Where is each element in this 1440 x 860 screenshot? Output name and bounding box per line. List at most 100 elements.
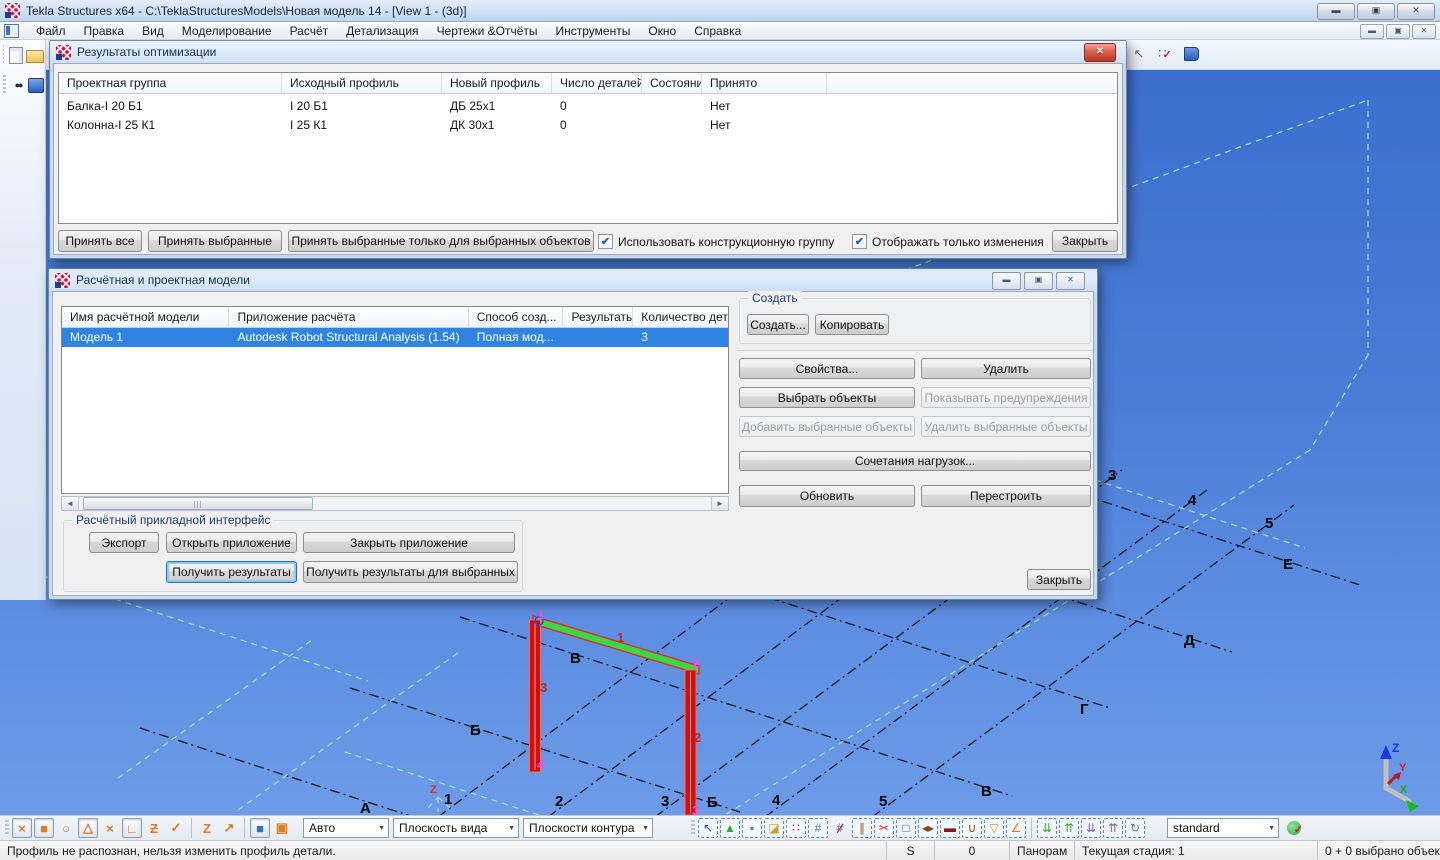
table-row[interactable]: Балка-I 20 Б1 I 20 Б1 ДБ 25x1 0 Нет (59, 97, 1117, 116)
optimization-dialog-titlebar[interactable]: Результаты оптимизации ✕ (50, 41, 1126, 63)
work-plane-dropdown[interactable]: Плоскость вида▼ (393, 818, 519, 838)
column-header[interactable]: Число деталей (552, 73, 642, 93)
snap-reference-icon[interactable]: × (12, 818, 32, 838)
menu-drawings-reports[interactable]: Чертежи &Отчёты (428, 22, 547, 40)
get-results-button[interactable]: Получить результаты (166, 561, 297, 583)
snap-free-icon[interactable]: ✓ (166, 818, 186, 838)
column-header[interactable]: Приложение расчёта (229, 307, 468, 327)
restore-button[interactable]: ▣ (1357, 3, 1395, 20)
select-views-icon[interactable]: □ (896, 818, 916, 838)
column-header[interactable]: Проектная группа (59, 73, 282, 93)
select-fittings-icon[interactable]: ◂▸ (918, 818, 938, 838)
menu-detailing[interactable]: Детализация (337, 22, 427, 40)
pointer-icon[interactable]: ↖ (1128, 43, 1150, 65)
select-phases-icon[interactable]: ↻ (1125, 818, 1145, 838)
select-parts-icon[interactable]: ▲ (720, 818, 740, 838)
dialog-restore-button[interactable]: ▣ (1024, 272, 1053, 290)
menu-analysis[interactable]: Расчёт (281, 22, 338, 40)
close-dialog-button[interactable]: Закрыть (1027, 569, 1091, 590)
mdi-minimize-button[interactable]: ▬ (1360, 24, 1384, 39)
snap-intersection-icon[interactable]: × (100, 818, 120, 838)
snap-perpendicular-icon[interactable]: ∟ (122, 818, 142, 838)
binoculars-icon[interactable]: ●● (11, 76, 25, 94)
export-button[interactable]: Экспорт (89, 532, 159, 553)
analysis-models-dialog-titlebar[interactable]: Расчётная и проектная модели ▬ ▣ ✕ (49, 269, 1097, 291)
scrollbar-thumb[interactable] (83, 497, 313, 510)
toolbar-grip[interactable] (5, 820, 9, 836)
select-surfaces-icon[interactable]: ◪ (764, 818, 784, 838)
load-combinations-button[interactable]: Сочетания нагрузок... (739, 451, 1091, 471)
beam[interactable] (533, 616, 699, 674)
copy-button[interactable]: Копировать (815, 314, 889, 335)
structure-frame[interactable] (530, 616, 700, 815)
select-rebars-icon[interactable]: ∪ (962, 818, 982, 838)
show-changes-only-checkbox[interactable]: ✔ Отображать только изменения (852, 234, 1044, 249)
get-results-selected-button[interactable]: Получить результаты для выбранных (303, 561, 518, 583)
properties-button[interactable]: Свойства... (739, 358, 915, 379)
components-catalog-icon[interactable]: ✓ (1284, 818, 1304, 838)
select-all-icon[interactable]: ↖ (698, 818, 718, 838)
scroll-right-icon[interactable]: ► (711, 497, 728, 510)
column-header[interactable]: Принято (702, 73, 827, 93)
checkbox-checked-icon[interactable]: ✔ (852, 234, 867, 249)
minimize-button[interactable]: ▬ (1317, 3, 1355, 20)
snap-extension-icon[interactable]: Z (144, 818, 164, 838)
snap-depth-icon[interactable]: ■ (250, 818, 270, 838)
close-button[interactable]: ✕ (1397, 3, 1435, 20)
delete-button[interactable]: Удалить (921, 358, 1091, 379)
scroll-left-icon[interactable]: ◄ (62, 497, 79, 510)
accept-selected-button[interactable]: Принять выбранные (148, 230, 282, 252)
select-planes-icon[interactable]: ▽ (984, 818, 1004, 838)
new-model-icon[interactable] (9, 46, 23, 64)
checkbox-checked-icon[interactable]: ✔ (598, 234, 613, 249)
snap-mode-dropdown[interactable]: Авто▼ (303, 818, 389, 838)
select-welds-icon[interactable]: ∥ (852, 818, 872, 838)
toolbar-grip[interactable] (691, 820, 695, 836)
menu-help[interactable]: Справка (685, 22, 750, 40)
dialog-close-icon[interactable]: ✕ (1084, 43, 1116, 62)
column-header[interactable]: Исходный профиль (282, 73, 442, 93)
contour-planes-dropdown[interactable]: Плоскости контура▼ (523, 818, 653, 838)
menu-file[interactable]: Файл (27, 22, 75, 40)
menu-edit[interactable]: Правка (75, 22, 134, 40)
select-distances-icon[interactable]: ∠ (1006, 818, 1026, 838)
book-icon[interactable] (1180, 43, 1202, 65)
selection-filter-dropdown[interactable]: standard▼ (1167, 818, 1279, 838)
snap-geometry-icon[interactable]: ■ (34, 818, 54, 838)
select-objects-in-assemblies-icon[interactable]: ⇈ (1059, 818, 1079, 838)
update-button[interactable]: Обновить (739, 485, 915, 507)
toolbar-grip[interactable] (3, 45, 4, 65)
show-warnings-button[interactable]: Показывать предупреждения (921, 387, 1091, 408)
column-header[interactable]: Результаты (563, 307, 633, 327)
dialog-minimize-button[interactable]: ▬ (992, 272, 1021, 290)
column-header[interactable]: Количество дета (633, 307, 728, 327)
close-dialog-button[interactable]: Закрыть (1052, 230, 1118, 252)
create-button[interactable]: Создать... (747, 314, 809, 335)
menu-window[interactable]: Окно (639, 22, 685, 40)
ortho-icon[interactable]: Z (197, 818, 217, 838)
accept-selected-objects-button[interactable]: Принять выбранные только для выбранных о… (288, 230, 594, 252)
snap-nearest-icon[interactable]: ○ (56, 818, 76, 838)
rebuild-button[interactable]: Перестроить (921, 485, 1091, 507)
relative-coords-icon[interactable]: ↗ (219, 818, 239, 838)
blue-tool-icon[interactable] (28, 76, 44, 94)
snap-override-icon[interactable]: ▣ (272, 818, 292, 838)
close-application-button[interactable]: Закрыть приложение (303, 532, 515, 553)
select-components-icon[interactable]: ▪ (742, 818, 762, 838)
select-component-all-icon[interactable]: ⇈ (1103, 818, 1123, 838)
column-header[interactable]: Новый профиль (442, 73, 552, 93)
table-row[interactable]: Колонна-I 25 К1 I 25 К1 ДК 30x1 0 Нет (59, 116, 1117, 135)
models-table[interactable]: Имя расчётной модели Приложение расчёта … (61, 306, 729, 494)
column-header[interactable]: Способ созд... (469, 307, 564, 327)
menu-view[interactable]: Вид (133, 22, 173, 40)
open-model-icon[interactable] (26, 46, 44, 64)
accept-all-button[interactable]: Принять все (58, 230, 142, 252)
dialog-close-icon[interactable]: ✕ (1056, 272, 1085, 290)
mdi-restore-button[interactable]: ▣ (1386, 24, 1410, 39)
dots-check-icon[interactable]: ∷✓ (1154, 43, 1176, 65)
open-application-button[interactable]: Открыть приложение (166, 532, 297, 553)
column-header[interactable]: Состояние (642, 73, 702, 93)
select-grid-lines-icon[interactable]: #∕ (830, 818, 850, 838)
select-assemblies-icon[interactable]: ⇊ (1037, 818, 1057, 838)
mdi-close-button[interactable]: ✕ (1412, 24, 1436, 39)
